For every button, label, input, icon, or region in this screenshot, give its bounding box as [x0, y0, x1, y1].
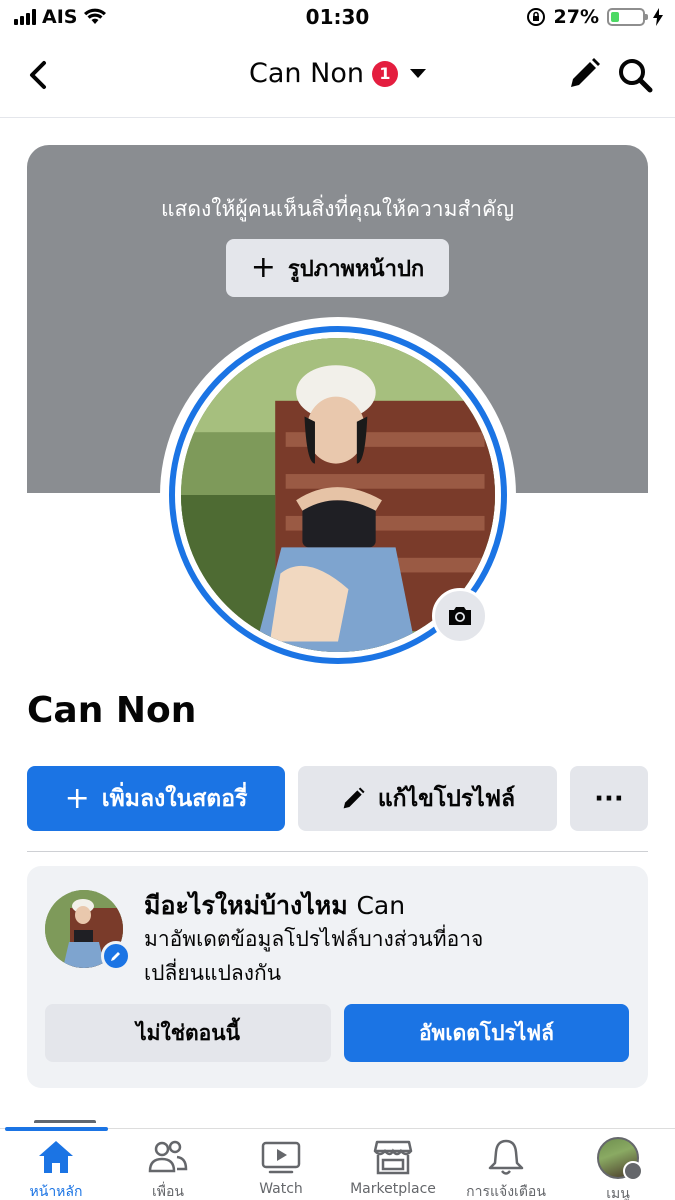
- card-title: มีอะไรใหม่บ้างไหม Can: [144, 886, 405, 926]
- add-to-story-label: เพิ่มลงในสตอรี่: [101, 785, 248, 812]
- search-icon[interactable]: [616, 56, 654, 94]
- status-right: 27%: [526, 6, 663, 28]
- tab-label: เพื่อน: [152, 1184, 184, 1200]
- tab-notifications[interactable]: การแจ้งเตือน: [446, 1137, 566, 1200]
- not-now-button[interactable]: ไม่ใช่ตอนนี้: [45, 1004, 331, 1062]
- profile-header: Can Non 1: [0, 36, 675, 118]
- tab-home[interactable]: หน้าหลัก: [0, 1137, 116, 1200]
- card-title-prefix: มีอะไรใหม่บ้างไหม: [144, 891, 348, 920]
- profile-name: Can Non: [27, 690, 197, 731]
- plus-icon: +: [64, 781, 90, 816]
- tab-friends[interactable]: เพื่อน: [108, 1137, 228, 1200]
- active-tab-indicator: [5, 1127, 108, 1131]
- charging-icon: [653, 8, 663, 26]
- cover-prompt: แสดงให้ผู้คนเห็นสิ่งที่คุณให้ความสำคัญ: [161, 197, 514, 221]
- card-title-name: Can: [356, 891, 406, 920]
- add-to-story-button[interactable]: + เพิ่มลงในสตอรี่: [27, 766, 285, 831]
- bottom-tab-bar: หน้าหลัก เพื่อน Watch Marketplace การแจ้…: [0, 1127, 675, 1200]
- status-bar: AIS 01:30 27%: [0, 0, 675, 36]
- profile-update-card: มีอะไรใหม่บ้างไหม Can มาอัพเดตข้อมูลโปรไ…: [27, 866, 648, 1088]
- more-options-button[interactable]: ···: [570, 766, 648, 831]
- plus-icon: +: [250, 250, 276, 285]
- home-icon: [39, 1141, 73, 1173]
- camera-icon: [449, 607, 471, 625]
- edit-profile-label: แก้ไขโปรไฟล์: [377, 785, 516, 812]
- header-title: Can Non: [249, 58, 364, 89]
- battery-percent: 27%: [553, 6, 599, 28]
- battery-icon: [607, 8, 648, 26]
- more-icon: ···: [594, 783, 624, 814]
- not-now-label: ไม่ใช่ตอนนี้: [136, 1020, 240, 1045]
- pencil-icon: [343, 786, 365, 808]
- tab-label: เมนู: [606, 1186, 630, 1200]
- tab-label: Marketplace: [350, 1181, 436, 1197]
- update-profile-label: อัพเดตโปรไฟล์: [418, 1020, 555, 1045]
- card-description: มาอัพเดตข้อมูลโปรไฟล์บางส่วนที่อาจเปลี่ย…: [144, 927, 484, 985]
- bell-icon: [488, 1139, 524, 1175]
- notification-badge: 1: [371, 60, 398, 87]
- add-cover-photo-button[interactable]: + รูปภาพหน้าปก: [226, 239, 449, 297]
- divider: [27, 851, 648, 852]
- tab-menu[interactable]: เมนู: [558, 1137, 675, 1200]
- tab-watch[interactable]: Watch: [221, 1137, 341, 1197]
- tab-label: Watch: [259, 1181, 303, 1197]
- edit-profile-button[interactable]: แก้ไขโปรไฟล์: [298, 766, 557, 831]
- marketplace-icon: [373, 1140, 413, 1175]
- menu-lines-icon: [623, 1161, 643, 1181]
- update-profile-button[interactable]: อัพเดตโปรไฟล์: [344, 1004, 629, 1062]
- add-cover-label: รูปภาพหน้าปก: [287, 256, 425, 282]
- menu-avatar: [597, 1137, 643, 1181]
- pencil-icon[interactable]: [566, 56, 602, 92]
- orientation-lock-icon: [526, 8, 545, 26]
- tab-marketplace[interactable]: Marketplace: [333, 1137, 453, 1197]
- battery-fill: [611, 12, 620, 22]
- tab-label: การแจ้งเตือน: [466, 1184, 546, 1200]
- chevron-down-icon: [409, 69, 426, 78]
- watch-icon: [261, 1141, 301, 1174]
- edit-badge-icon: [101, 941, 131, 971]
- friends-icon: [148, 1140, 188, 1173]
- change-profile-picture-button[interactable]: [432, 588, 488, 644]
- tab-label: หน้าหลัก: [29, 1184, 83, 1200]
